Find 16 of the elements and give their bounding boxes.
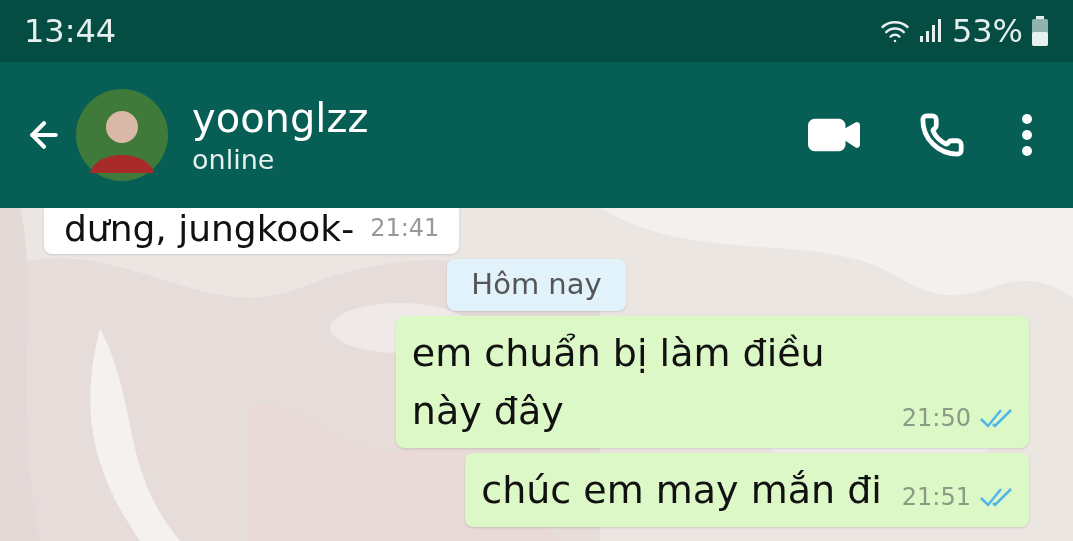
- menu-icon[interactable]: [1021, 113, 1033, 157]
- battery-icon: [1031, 16, 1049, 46]
- phone-call-button[interactable]: [919, 112, 965, 158]
- signal-icon: [917, 18, 944, 44]
- message-text: chúc em may mắn đi: [481, 466, 882, 514]
- date-chip: Hôm nay: [447, 259, 626, 311]
- avatar[interactable]: [76, 89, 168, 181]
- message-time: 21:41: [370, 213, 440, 244]
- battery-percent: 53%: [951, 11, 1023, 52]
- message-text: em chuẩn bị làm điều này đây: [411, 329, 826, 435]
- message-time: 21:51: [901, 481, 971, 513]
- contact-status: online: [192, 143, 276, 177]
- clock-time: 13:44: [24, 11, 117, 52]
- message-text: dưng, jungkook-: [64, 208, 355, 250]
- contact-name[interactable]: yoonglzz: [192, 93, 805, 144]
- message-time: 21:50: [901, 402, 971, 434]
